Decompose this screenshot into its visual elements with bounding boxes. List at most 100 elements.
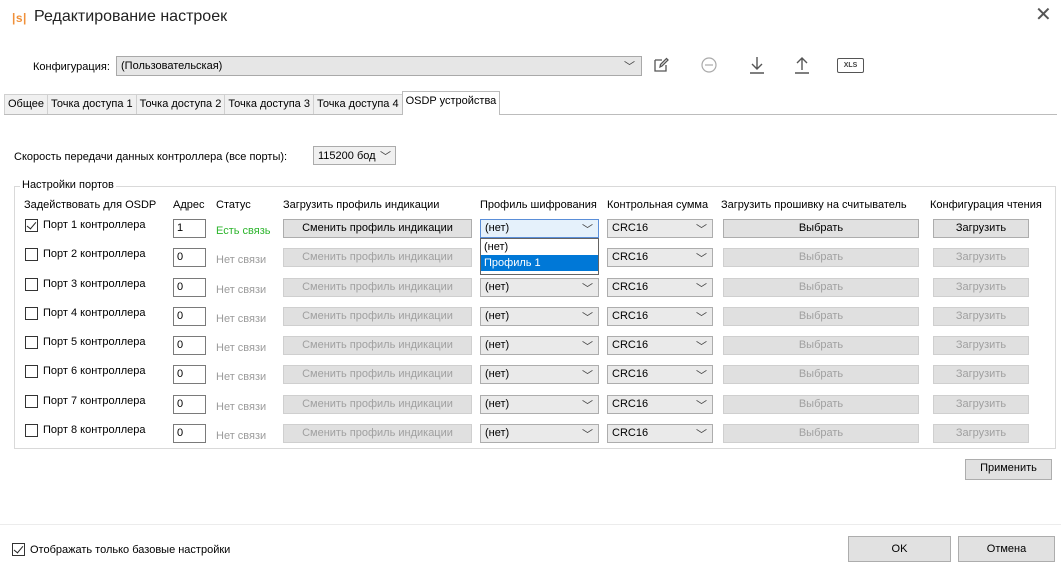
cipher-profile-value: (нет) <box>485 310 510 322</box>
select-firmware-button[interactable]: Выбрать <box>723 307 919 326</box>
change-indication-profile-button[interactable]: Сменить профиль индикации <box>283 395 472 414</box>
tab-access-point-3[interactable]: Точка доступа 3 <box>224 94 314 115</box>
checksum-select[interactable]: CRC16 ﹀ <box>607 424 713 443</box>
chevron-down-icon: ﹀ <box>696 429 707 441</box>
tab-general[interactable]: Общее <box>4 94 49 115</box>
port-label: Порт 2 контроллера <box>43 248 146 260</box>
address-input[interactable]: 0 <box>173 395 206 414</box>
chevron-down-icon: ﹀ <box>582 429 593 441</box>
download-icon[interactable] <box>745 53 769 77</box>
change-indication-profile-button[interactable]: Сменить профиль индикации <box>283 278 472 297</box>
cipher-profile-select[interactable]: (нет) ﹀ <box>480 278 599 297</box>
tab-access-point-1[interactable]: Точка доступа 1 <box>47 94 137 115</box>
port-enable-checkbox[interactable] <box>25 424 38 437</box>
address-input[interactable]: 1 <box>173 219 206 238</box>
load-read-config-button[interactable]: Загрузить <box>933 336 1029 355</box>
cipher-profile-select[interactable]: (нет) ﹀ <box>480 424 599 443</box>
port-enable-checkbox[interactable] <box>25 336 38 349</box>
cipher-profile-select[interactable]: (нет) ﹀ <box>480 219 599 238</box>
status-text: Нет связи <box>216 284 267 296</box>
basic-only-checkbox[interactable] <box>12 543 25 556</box>
chevron-down-icon: ﹀ <box>696 253 707 265</box>
app-logo: |s| <box>12 11 27 25</box>
select-firmware-button[interactable]: Выбрать <box>723 336 919 355</box>
change-indication-profile-button[interactable]: Сменить профиль индикации <box>283 219 472 238</box>
ok-button[interactable]: OK <box>848 536 951 562</box>
port-enable-checkbox[interactable] <box>25 248 38 261</box>
address-input[interactable]: 0 <box>173 365 206 384</box>
speed-select[interactable]: 115200 бод ﹀ <box>313 146 396 165</box>
port-row: Порт 4 контроллера 0 Нет связи Сменить проф… <box>0 305 1061 327</box>
checksum-select[interactable]: CRC16 ﹀ <box>607 365 713 384</box>
cipher-profile-value: (нет) <box>485 222 510 234</box>
load-read-config-button[interactable]: Загрузить <box>933 248 1029 267</box>
select-firmware-button[interactable]: Выбрать <box>723 248 919 267</box>
chevron-down-icon: ﹀ <box>582 400 593 412</box>
select-firmware-button[interactable]: Выбрать <box>723 424 919 443</box>
port-enable-checkbox[interactable] <box>25 307 38 320</box>
config-select[interactable]: (Пользовательская) ﹀ <box>116 56 642 76</box>
upload-icon[interactable] <box>790 53 814 77</box>
select-firmware-button[interactable]: Выбрать <box>723 278 919 297</box>
xls-icon[interactable]: XLS <box>837 58 864 73</box>
port-enable-checkbox[interactable] <box>25 395 38 408</box>
select-firmware-button[interactable]: Выбрать <box>723 365 919 384</box>
checksum-select[interactable]: CRC16 ﹀ <box>607 248 713 267</box>
port-label: Порт 1 контроллера <box>43 219 146 231</box>
change-indication-profile-button[interactable]: Сменить профиль индикации <box>283 307 472 326</box>
change-indication-profile-button[interactable]: Сменить профиль индикации <box>283 336 472 355</box>
port-enable-checkbox[interactable] <box>25 219 38 232</box>
checksum-value: CRC16 <box>612 281 649 293</box>
checksum-select[interactable]: CRC16 ﹀ <box>607 395 713 414</box>
tab-access-point-4[interactable]: Точка доступа 4 <box>312 94 403 115</box>
cipher-dropdown-list[interactable]: (нет) Профиль 1 <box>480 238 599 275</box>
load-read-config-button[interactable]: Загрузить <box>933 395 1029 414</box>
change-indication-profile-button[interactable]: Сменить профиль индикации <box>283 424 472 443</box>
load-read-config-button[interactable]: Загрузить <box>933 278 1029 297</box>
remove-icon[interactable] <box>697 53 721 77</box>
chevron-down-icon: ﹀ <box>582 312 593 324</box>
port-label: Порт 4 контроллера <box>43 307 146 319</box>
port-label: Порт 8 контроллера <box>43 424 146 436</box>
close-icon[interactable]: ✕ <box>1035 5 1052 25</box>
checksum-select[interactable]: CRC16 ﹀ <box>607 307 713 326</box>
address-input[interactable]: 0 <box>173 307 206 326</box>
select-firmware-button[interactable]: Выбрать <box>723 219 919 238</box>
edit-icon[interactable] <box>649 53 673 77</box>
chevron-down-icon: ﹀ <box>380 151 391 163</box>
checksum-value: CRC16 <box>612 222 649 234</box>
tab-access-point-2[interactable]: Точка доступа 2 <box>135 94 226 115</box>
select-firmware-button[interactable]: Выбрать <box>723 395 919 414</box>
address-input[interactable]: 0 <box>173 336 206 355</box>
speed-select-value: 115200 бод <box>318 150 376 162</box>
checksum-select[interactable]: CRC16 ﹀ <box>607 278 713 297</box>
load-read-config-button[interactable]: Загрузить <box>933 307 1029 326</box>
checksum-select[interactable]: CRC16 ﹀ <box>607 336 713 355</box>
tab-osdp-devices[interactable]: OSDP устройства <box>401 91 501 115</box>
checksum-value: CRC16 <box>612 398 649 410</box>
cipher-option[interactable]: (нет) <box>481 239 598 255</box>
apply-button[interactable]: Применить <box>965 459 1052 480</box>
port-enable-checkbox[interactable] <box>25 278 38 291</box>
cancel-button[interactable]: Отмена <box>958 536 1055 562</box>
change-indication-profile-button[interactable]: Сменить профиль индикации <box>283 248 472 267</box>
status-text: Нет связи <box>216 254 267 266</box>
address-input[interactable]: 0 <box>173 278 206 297</box>
address-input[interactable]: 0 <box>173 424 206 443</box>
cipher-profile-select[interactable]: (нет) ﹀ <box>480 336 599 355</box>
checksum-select[interactable]: CRC16 ﹀ <box>607 219 713 238</box>
cipher-profile-select[interactable]: (нет) ﹀ <box>480 365 599 384</box>
cipher-profile-select[interactable]: (нет) ﹀ <box>480 395 599 414</box>
window-title: Редактирование настроек <box>34 8 228 25</box>
load-read-config-button[interactable]: Загрузить <box>933 365 1029 384</box>
cipher-profile-select[interactable]: (нет) ﹀ <box>480 307 599 326</box>
header-status: Статус <box>216 199 251 211</box>
change-indication-profile-button[interactable]: Сменить профиль индикации <box>283 365 472 384</box>
chevron-down-icon: ﹀ <box>582 341 593 353</box>
cipher-option-highlighted[interactable]: Профиль 1 <box>481 255 598 271</box>
address-input[interactable]: 0 <box>173 248 206 267</box>
port-enable-checkbox[interactable] <box>25 365 38 378</box>
tab-bar: Общее Точка доступа 1 Точка доступа 2 То… <box>4 91 501 115</box>
load-read-config-button[interactable]: Загрузить <box>933 219 1029 238</box>
load-read-config-button[interactable]: Загрузить <box>933 424 1029 443</box>
